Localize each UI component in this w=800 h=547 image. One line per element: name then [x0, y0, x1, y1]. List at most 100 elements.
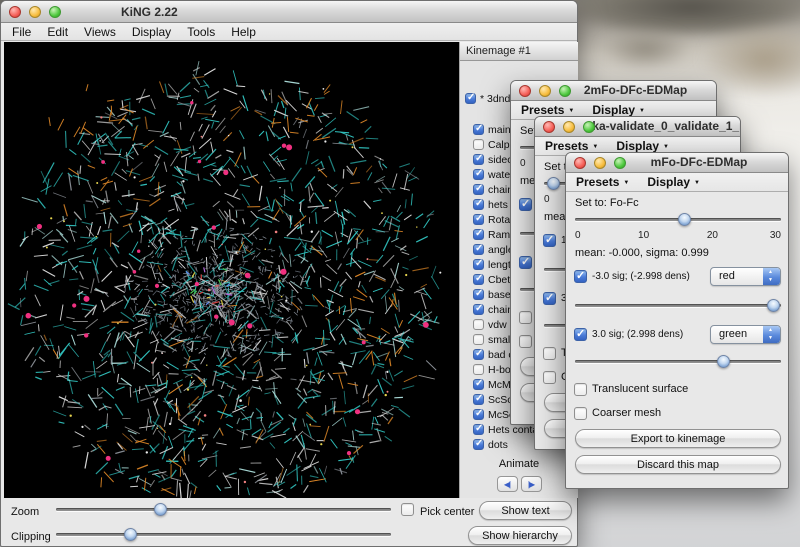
slider-thumb[interactable] [547, 177, 560, 190]
zoom-slider[interactable] [56, 503, 391, 516]
close-button[interactable] [9, 6, 21, 18]
high-contour-checkbox[interactable] [519, 256, 532, 269]
item-checkbox[interactable] [473, 379, 484, 390]
map-window-front[interactable]: mFo-DFc-EDMap Presets▼ Display▼ Set to: … [565, 152, 789, 489]
item-checkbox[interactable] [473, 304, 484, 315]
menu-edit[interactable]: Edit [39, 25, 76, 39]
window-titlebar[interactable]: 2mFo-DFc-EDMap [511, 81, 716, 101]
kinemage-tab[interactable]: Kinemage #1 [460, 42, 578, 61]
zoom-slider-thumb[interactable] [154, 503, 167, 516]
low-contour-checkbox[interactable] [574, 270, 587, 283]
low-level-slider[interactable] [575, 299, 781, 312]
discard-map-button[interactable]: Discard this map [575, 455, 781, 474]
close-button[interactable] [519, 85, 531, 97]
display-menu[interactable]: Display▼ [647, 175, 700, 189]
animate-next-button[interactable]: |▶ [521, 476, 542, 492]
zoom-window-button[interactable] [49, 6, 61, 18]
display-menu[interactable]: Display▼ [592, 103, 645, 117]
coarser-mesh-checkbox[interactable] [519, 335, 532, 348]
pick-center-checkbox[interactable] [401, 503, 414, 516]
menu-file[interactable]: File [4, 25, 39, 39]
item-checkbox[interactable] [465, 93, 476, 104]
item-checkbox[interactable] [473, 349, 484, 360]
minimize-button[interactable] [29, 6, 41, 18]
window-titlebar[interactable]: pka-validate_0_validate_1_ma... [535, 117, 740, 137]
item-checkbox[interactable] [473, 154, 484, 165]
item-checkbox[interactable] [473, 409, 484, 420]
item-checkbox[interactable] [473, 184, 484, 195]
item-checkbox[interactable] [473, 274, 484, 285]
close-button[interactable] [574, 157, 586, 169]
chevron-down-icon: ▼ [592, 144, 598, 150]
show-hierarchy-button[interactable]: Show hierarchy [468, 526, 572, 545]
translucent-checkbox[interactable] [519, 311, 532, 324]
export-kinemage-button[interactable]: Export to kinemage [575, 429, 781, 448]
low-color-value: red [719, 270, 735, 282]
high-contour-checkbox[interactable] [574, 328, 587, 341]
high-color-popup[interactable]: green [710, 325, 781, 344]
item-checkbox[interactable] [473, 169, 484, 180]
king-main-window[interactable]: KiNG 2.22 FileEditViewsDisplayToolsHelp … [0, 0, 578, 547]
item-checkbox[interactable] [473, 364, 484, 375]
item-checkbox[interactable] [473, 289, 484, 300]
minimize-button[interactable] [594, 157, 606, 169]
item-checkbox[interactable] [473, 214, 484, 225]
item-checkbox[interactable] [473, 424, 484, 435]
item-checkbox[interactable] [473, 199, 484, 210]
mountain-rocks [598, 28, 693, 70]
slider-track [575, 304, 781, 307]
high-level-slider[interactable] [575, 355, 781, 368]
item-checkbox[interactable] [473, 394, 484, 405]
clipping-slider[interactable] [56, 528, 391, 541]
item-checkbox[interactable] [473, 124, 484, 135]
molecule-render [4, 42, 459, 498]
menu-display[interactable]: Display [124, 25, 179, 39]
window-titlebar[interactable]: KiNG 2.22 [1, 1, 577, 23]
window-titlebar[interactable]: mFo-DFc-EDMap [566, 153, 788, 173]
mean-sigma-label: mean: -0.000, sigma: 0.999 [575, 247, 709, 259]
item-checkbox[interactable] [473, 244, 484, 255]
zoom-label: Zoom [11, 506, 39, 518]
presets-menu[interactable]: Presets▼ [576, 175, 629, 189]
coarser-mesh-checkbox[interactable] [574, 407, 587, 420]
slider-thumb[interactable] [678, 213, 691, 226]
clipping-slider-thumb[interactable] [124, 528, 137, 541]
coarser-mesh-checkbox[interactable] [543, 371, 556, 384]
item-label: dots [488, 439, 508, 451]
item-checkbox[interactable] [473, 259, 484, 270]
minimize-button[interactable] [539, 85, 551, 97]
low-contour-checkbox[interactable] [543, 234, 556, 247]
slider-thumb[interactable] [717, 355, 730, 368]
presets-menu[interactable]: Presets▼ [545, 139, 598, 153]
item-checkbox[interactable] [473, 334, 484, 345]
slider-thumb[interactable] [767, 299, 780, 312]
low-color-popup[interactable]: red [710, 267, 781, 286]
zoom-window-button[interactable] [583, 121, 595, 133]
slider-tick-label: 0 [520, 158, 526, 169]
zoom-window-button[interactable] [614, 157, 626, 169]
low-contour-checkbox[interactable] [519, 198, 532, 211]
zoom-window-button[interactable] [559, 85, 571, 97]
translucent-checkbox[interactable] [574, 383, 587, 396]
item-checkbox[interactable] [473, 319, 484, 330]
item-checkbox[interactable] [473, 229, 484, 240]
minimize-button[interactable] [563, 121, 575, 133]
clipping-slider-track [56, 533, 391, 536]
menu-views[interactable]: Views [76, 25, 124, 39]
menu-help[interactable]: Help [223, 25, 264, 39]
menu-tools[interactable]: Tools [179, 25, 223, 39]
high-contour-checkbox[interactable] [543, 292, 556, 305]
animate-prev-button[interactable]: ◀| [497, 476, 518, 492]
show-text-button[interactable]: Show text [479, 501, 572, 520]
graphics-canvas[interactable] [4, 42, 459, 498]
translucent-checkbox[interactable] [543, 347, 556, 360]
animate-buttons: ◀| |▶ [460, 476, 578, 492]
chevron-down-icon: ▼ [568, 108, 574, 114]
chevron-down-icon: ▼ [639, 108, 645, 114]
close-button[interactable] [543, 121, 555, 133]
level-slider[interactable] [575, 213, 781, 226]
item-checkbox[interactable] [473, 139, 484, 150]
presets-menu[interactable]: Presets▼ [521, 103, 574, 117]
item-checkbox[interactable] [473, 439, 484, 450]
display-menu[interactable]: Display▼ [616, 139, 669, 153]
